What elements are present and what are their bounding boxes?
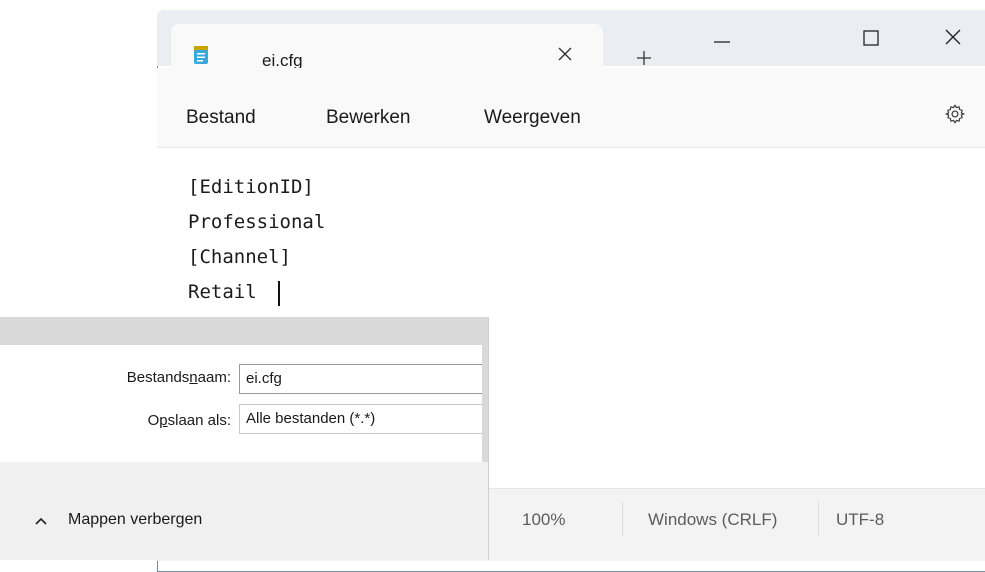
editor-line: [Channel] (188, 246, 291, 268)
status-divider (818, 502, 819, 536)
status-zoom[interactable]: 100% (522, 510, 565, 530)
close-window-icon[interactable] (945, 29, 961, 45)
editor-line: [EditionID] (188, 176, 314, 198)
save-dialog: Bestandsnaam: ei.cfg Opslaan als: Alle b… (0, 317, 489, 560)
status-divider (622, 502, 623, 536)
status-encoding[interactable]: UTF-8 (836, 510, 884, 530)
minimize-icon[interactable] (712, 32, 732, 52)
hide-folders-button[interactable]: Mappen verbergen (34, 509, 264, 539)
text-caret (278, 281, 280, 306)
filename-input[interactable]: ei.cfg (239, 364, 482, 394)
tab-close-icon[interactable] (558, 47, 572, 61)
chevron-up-icon (35, 517, 47, 525)
notepad-icon (194, 46, 208, 64)
editor-line: Retail (188, 281, 257, 303)
maximize-icon[interactable] (863, 30, 879, 46)
hide-folders-label: Mappen verbergen (68, 511, 203, 528)
tab[interactable] (171, 24, 603, 68)
dialog-header-strip (0, 317, 488, 345)
editor-line: Professional (188, 211, 326, 233)
menu-file[interactable]: Bestand (186, 107, 256, 129)
save-as-type-label: Opslaan als: (147, 412, 231, 429)
status-line-ending[interactable]: Windows (CRLF) (648, 510, 777, 530)
menu-edit[interactable]: Bewerken (326, 107, 411, 129)
menu-view[interactable]: Weergeven (484, 107, 581, 129)
filename-label: Bestandsnaam: (126, 369, 231, 386)
settings-gear-icon[interactable] (944, 103, 966, 125)
dialog-edge-strip (482, 345, 488, 462)
new-tab-icon[interactable] (637, 51, 651, 65)
save-as-type-select[interactable]: Alle bestanden (*.*) (239, 404, 482, 434)
